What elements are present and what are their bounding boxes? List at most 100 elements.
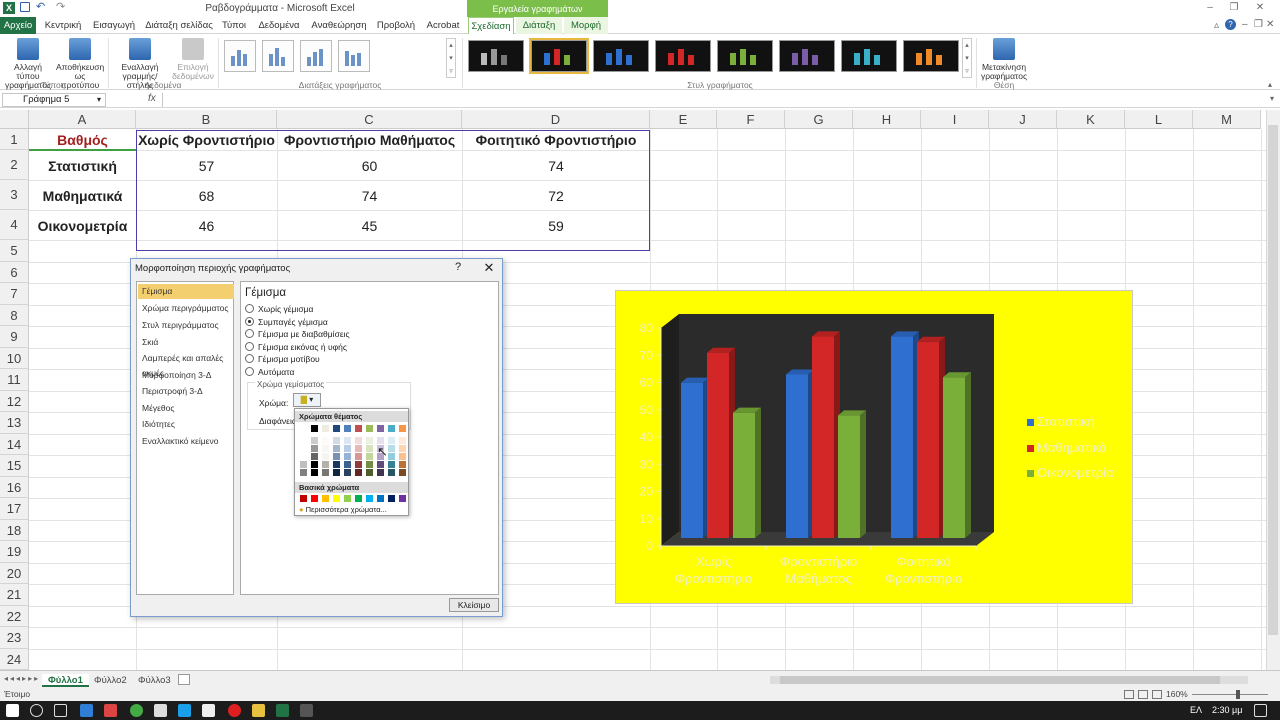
opera-icon[interactable] bbox=[228, 704, 241, 717]
theme-color-swatch[interactable] bbox=[388, 437, 395, 444]
standard-color-swatch[interactable] bbox=[322, 495, 329, 502]
cell-c1[interactable]: Φροντιστήριο Μαθήματος bbox=[277, 130, 462, 151]
tab-format[interactable]: Μορφή bbox=[564, 17, 608, 34]
column-header-j[interactable]: J bbox=[989, 110, 1057, 129]
page-layout-view-icon[interactable] bbox=[1138, 690, 1148, 699]
theme-color-swatch[interactable] bbox=[366, 453, 373, 460]
column-header-m[interactable]: M bbox=[1193, 110, 1261, 129]
theme-color-swatch[interactable] bbox=[399, 437, 406, 444]
column-header-h[interactable]: H bbox=[853, 110, 921, 129]
row-header-24[interactable]: 24 bbox=[0, 648, 29, 670]
theme-color-swatch[interactable] bbox=[300, 425, 307, 432]
style-thumb-8[interactable] bbox=[903, 40, 959, 72]
standard-color-swatch[interactable] bbox=[388, 495, 395, 502]
theme-color-swatch[interactable] bbox=[311, 453, 318, 460]
cell-b2[interactable]: 57 bbox=[136, 151, 277, 181]
normal-view-icon[interactable] bbox=[1124, 690, 1134, 699]
row-header-15[interactable]: 15 bbox=[0, 455, 29, 477]
layout-gallery-scroll[interactable]: ▴ ▾ ▿ bbox=[446, 38, 456, 78]
radio-no-fill[interactable]: Χωρίς γέμισμα bbox=[245, 304, 313, 314]
standard-color-swatch[interactable] bbox=[355, 495, 362, 502]
radio-gradient-fill[interactable]: Γέμισμα με διαβαθμίσεις bbox=[245, 329, 350, 339]
row-header-23[interactable]: 23 bbox=[0, 627, 29, 649]
help-icon[interactable]: ? bbox=[1225, 19, 1236, 30]
theme-color-swatch[interactable] bbox=[366, 461, 373, 468]
theme-color-swatch[interactable] bbox=[333, 453, 340, 460]
row-header-1[interactable]: 1 bbox=[0, 129, 29, 150]
column-header-g[interactable]: G bbox=[785, 110, 853, 129]
style-thumb-4[interactable] bbox=[655, 40, 711, 72]
cell-d3[interactable]: 72 bbox=[462, 181, 650, 211]
theme-color-swatch[interactable] bbox=[355, 425, 362, 432]
dialog-close-icon[interactable]: ✕ bbox=[481, 260, 497, 276]
cell-c4[interactable]: 45 bbox=[277, 211, 462, 241]
more-colors-link[interactable]: ● Περισσότερα χρώματα... bbox=[299, 505, 387, 514]
theme-color-swatch[interactable] bbox=[322, 437, 329, 444]
theme-color-swatch[interactable] bbox=[399, 445, 406, 452]
formula-expand-icon[interactable]: ▾ bbox=[1270, 94, 1274, 103]
row-header-14[interactable]: 14 bbox=[0, 433, 29, 455]
theme-color-swatch[interactable] bbox=[311, 445, 318, 452]
row-header-12[interactable]: 12 bbox=[0, 390, 29, 412]
ribbon-collapse-icon[interactable]: ▴ bbox=[1268, 80, 1272, 89]
nav-shadow[interactable]: Σκιά bbox=[138, 335, 234, 350]
zoom-level[interactable]: 160% bbox=[1166, 689, 1188, 699]
style-gallery-scroll[interactable]: ▴ ▾ ▿ bbox=[962, 38, 972, 78]
standard-color-swatch[interactable] bbox=[344, 495, 351, 502]
theme-color-swatch[interactable] bbox=[366, 425, 373, 432]
theme-color-swatch[interactable] bbox=[377, 461, 384, 468]
standard-color-swatch[interactable] bbox=[311, 495, 318, 502]
theme-color-swatch[interactable] bbox=[300, 437, 307, 444]
style-thumb-7[interactable] bbox=[841, 40, 897, 72]
style-thumb-3[interactable] bbox=[593, 40, 649, 72]
cell-a2[interactable]: Στατιστική bbox=[29, 151, 136, 181]
theme-color-swatch[interactable] bbox=[333, 461, 340, 468]
cell-d4[interactable]: 59 bbox=[462, 211, 650, 241]
theme-color-swatch[interactable] bbox=[388, 461, 395, 468]
theme-color-swatch[interactable] bbox=[322, 445, 329, 452]
theme-color-swatch[interactable] bbox=[322, 453, 329, 460]
standard-color-swatch[interactable] bbox=[377, 495, 384, 502]
chart-area[interactable]: 0 10 20 30 40 50 60 70 80 Χωρίς Φροντιστήριο Φροντι… bbox=[615, 290, 1133, 604]
theme-color-swatch[interactable] bbox=[355, 437, 362, 444]
search-icon[interactable] bbox=[30, 704, 43, 717]
row-header-7[interactable]: 7 bbox=[0, 283, 29, 305]
nav-glow-soft-edges[interactable]: Λαμπερές και απαλές ακμές bbox=[138, 351, 234, 378]
style-thumb-5[interactable] bbox=[717, 40, 773, 72]
standard-color-swatch[interactable] bbox=[366, 495, 373, 502]
theme-color-swatch[interactable] bbox=[300, 453, 307, 460]
select-all-corner[interactable] bbox=[0, 110, 29, 129]
ribbon-minimize-icon[interactable]: ▵ bbox=[1214, 20, 1219, 31]
nav-border-color[interactable]: Χρώμα περιγράμματος bbox=[138, 301, 234, 316]
theme-color-swatch[interactable] bbox=[377, 469, 384, 476]
workbook-restore-icon[interactable]: ❐ bbox=[1254, 19, 1263, 30]
edge-icon[interactable] bbox=[80, 704, 93, 717]
row-header-21[interactable]: 21 bbox=[0, 584, 29, 606]
theme-color-swatch[interactable] bbox=[300, 445, 307, 452]
theme-color-swatch[interactable] bbox=[399, 461, 406, 468]
column-header-a[interactable]: A bbox=[29, 110, 136, 129]
page-break-view-icon[interactable] bbox=[1152, 690, 1162, 699]
theme-color-swatch[interactable] bbox=[322, 469, 329, 476]
theme-color-swatch[interactable] bbox=[311, 437, 318, 444]
theme-color-swatch[interactable] bbox=[355, 469, 362, 476]
column-header-d[interactable]: D bbox=[462, 110, 650, 129]
standard-color-swatch[interactable] bbox=[300, 495, 307, 502]
theme-color-swatch[interactable] bbox=[355, 445, 362, 452]
skype-icon[interactable] bbox=[178, 704, 191, 717]
fx-icon[interactable]: fx bbox=[148, 93, 156, 104]
row-header-13[interactable]: 13 bbox=[0, 412, 29, 434]
nav-3d-rotation[interactable]: Περιστροφή 3-Δ bbox=[138, 384, 234, 399]
workbook-minimize-icon[interactable]: – bbox=[1242, 19, 1248, 30]
cell-a1[interactable]: Βαθμός bbox=[29, 130, 136, 151]
row-header-18[interactable]: 18 bbox=[0, 519, 29, 541]
theme-color-swatch[interactable] bbox=[399, 453, 406, 460]
mail-icon[interactable] bbox=[202, 704, 215, 717]
dialog-help-icon[interactable]: ? bbox=[455, 261, 461, 273]
zoom-slider[interactable] bbox=[1192, 694, 1268, 695]
workbook-close-icon[interactable]: ✕ bbox=[1266, 19, 1274, 30]
zoom-slider-thumb[interactable] bbox=[1236, 690, 1240, 699]
legend-item-statistics[interactable]: Στατιστική bbox=[1027, 414, 1095, 429]
column-header-f[interactable]: F bbox=[717, 110, 785, 129]
row-header-8[interactable]: 8 bbox=[0, 304, 29, 326]
